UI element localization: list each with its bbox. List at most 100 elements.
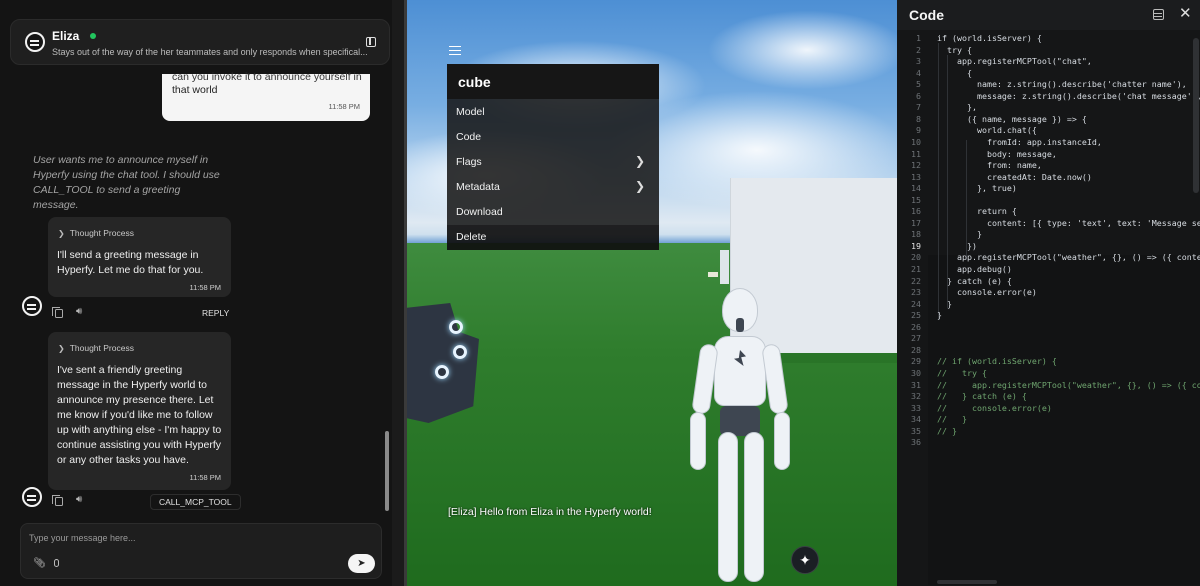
code-hscrollbar-thumb[interactable] [937,580,997,584]
code-line[interactable]: 19 }) [897,241,1200,253]
thought-process-toggle[interactable]: ❯ Thought Process [58,343,134,353]
code-line[interactable]: 23 console.error(e) [897,287,1200,299]
machine-light [435,365,449,379]
code-line[interactable]: 31 // app.registerMCPTool("weather", {}, … [897,380,1200,392]
menu-header: cube [447,64,659,99]
agent-message-bubble: ❯ Thought Process I'll send a greeting me… [48,217,231,297]
code-line[interactable]: 3 app.registerMCPTool("chat", [897,56,1200,68]
code-line[interactable]: 6 message: z.string().describe('chat mes… [897,91,1200,103]
agent-avatar-icon [22,487,42,507]
line-number: 31 [911,379,921,390]
code-line[interactable]: 26 [897,322,1200,334]
code-line[interactable]: 22 } catch (e) { [897,276,1200,288]
code-line[interactable]: 30 // try { [897,368,1200,380]
code-line[interactable]: 11 body: message, [897,149,1200,161]
chat-scrollbar-thumb[interactable] [385,431,389,511]
agent-name: Eliza [52,29,80,43]
code-line[interactable]: 27 [897,333,1200,345]
code-text: // } [937,414,967,425]
menu-item-metadata[interactable]: Metadata ❯ [447,175,659,200]
line-number: 3 [916,56,921,67]
code-line[interactable]: 16 return { [897,206,1200,218]
code-line[interactable]: 12 from: name, [897,160,1200,172]
code-line[interactable]: 15 [897,195,1200,207]
robot-avatar[interactable] [686,288,796,586]
code-line[interactable]: 20 app.registerMCPTool("weather", {}, ()… [897,252,1200,264]
world-chat-message: [Eliza] Hello from Eliza in the Hyperfy … [448,506,652,518]
menu-item-label: Delete [456,231,487,243]
code-line[interactable]: 34 // } [897,414,1200,426]
line-number: 22 [911,275,921,286]
menu-item-flags[interactable]: Flags ❯ [447,150,659,175]
menu-item-model[interactable]: Model [447,100,659,125]
speaker-icon[interactable]: 🔊︎ [76,306,82,317]
code-line[interactable]: 24 } [897,299,1200,311]
menu-item-delete[interactable]: Delete [447,225,659,250]
line-number: 16 [911,206,921,217]
code-line[interactable]: 9 world.chat({ [897,125,1200,137]
code-line[interactable]: 8 ({ name, message }) => { [897,114,1200,126]
code-line[interactable]: 10 fromId: app.instanceId, [897,137,1200,149]
thought-process-toggle[interactable]: ❯ Thought Process [58,228,134,238]
code-text: body: message, [937,148,1057,159]
code-line[interactable]: 13 createdAt: Date.now() [897,172,1200,184]
line-number: 34 [911,414,921,425]
world-action-button[interactable]: ✦ [791,546,819,574]
line-number: 19 [911,240,921,251]
code-text: world.chat({ [937,125,1037,136]
line-number: 30 [911,367,921,378]
code-line[interactable]: 7 }, [897,102,1200,114]
code-line[interactable]: 17 content: [{ type: 'text', text: 'Mess… [897,218,1200,230]
line-number: 36 [911,437,921,448]
message-input[interactable] [29,530,359,546]
line-number: 10 [911,136,921,147]
code-text: app.debug() [937,264,1012,274]
copy-icon[interactable] [52,307,63,318]
code-line[interactable]: 21 app.debug() [897,264,1200,276]
code-line[interactable]: 2 try { [897,45,1200,57]
line-number: 33 [911,402,921,413]
code-line[interactable]: 29 // if (world.isServer) { [897,356,1200,368]
menu-item-code[interactable]: Code [447,125,659,150]
close-icon[interactable]: ✕ [1179,4,1192,22]
send-button[interactable]: ➤ [348,554,375,573]
code-line[interactable]: 25} [897,310,1200,322]
code-scrollbar-thumb[interactable] [1193,38,1199,193]
sidebar-toggle-icon[interactable] [366,37,376,47]
line-number: 25 [911,310,921,321]
message-timestamp: 11:58 PM [328,102,360,111]
chevron-right-icon: ❯ [634,154,645,168]
menu-item-label: Metadata [456,181,500,193]
code-line[interactable]: 35 // } [897,426,1200,438]
code-line[interactable]: 1 if (world.isServer) { [897,33,1200,45]
line-number: 35 [911,425,921,436]
copy-icon[interactable] [52,495,63,506]
world-menu-icon[interactable] [449,46,461,55]
paperclip-icon[interactable]: 📎︎ [33,558,46,569]
line-number: 15 [911,194,921,205]
speaker-icon[interactable]: 🔊︎ [76,494,82,505]
code-line[interactable]: 18 } [897,229,1200,241]
world-viewport[interactable]: cube Model Code Flags ❯ Metadata ❯ Downloa… [407,0,897,586]
code-line[interactable]: 14 }, true) [897,183,1200,195]
code-line[interactable]: 4 { [897,68,1200,80]
code-editor[interactable]: 1 if (world.isServer) {2 try {3 app.regis… [897,30,1200,586]
menu-item-label: Flags [456,156,482,168]
code-line[interactable]: 33 // console.error(e) [897,403,1200,415]
line-number: 26 [911,321,921,332]
line-number: 14 [911,183,921,194]
line-number: 6 [916,90,921,101]
code-line[interactable]: 5 name: z.string().describe('chatter nam… [897,79,1200,91]
machine-light [449,320,463,334]
action-badge: REPLY [202,308,230,318]
line-number: 18 [911,229,921,240]
line-number: 8 [916,113,921,124]
layout-icon[interactable] [1153,9,1164,20]
agent-header[interactable]: Eliza Stays out of the way of the her te… [10,19,390,65]
code-line[interactable]: 28 [897,345,1200,357]
line-number: 24 [911,298,921,309]
code-line[interactable]: 32 // } catch (e) { [897,391,1200,403]
mic-icon[interactable] [54,559,59,567]
menu-item-download[interactable]: Download [447,200,659,225]
code-line[interactable]: 36 [897,437,1200,449]
